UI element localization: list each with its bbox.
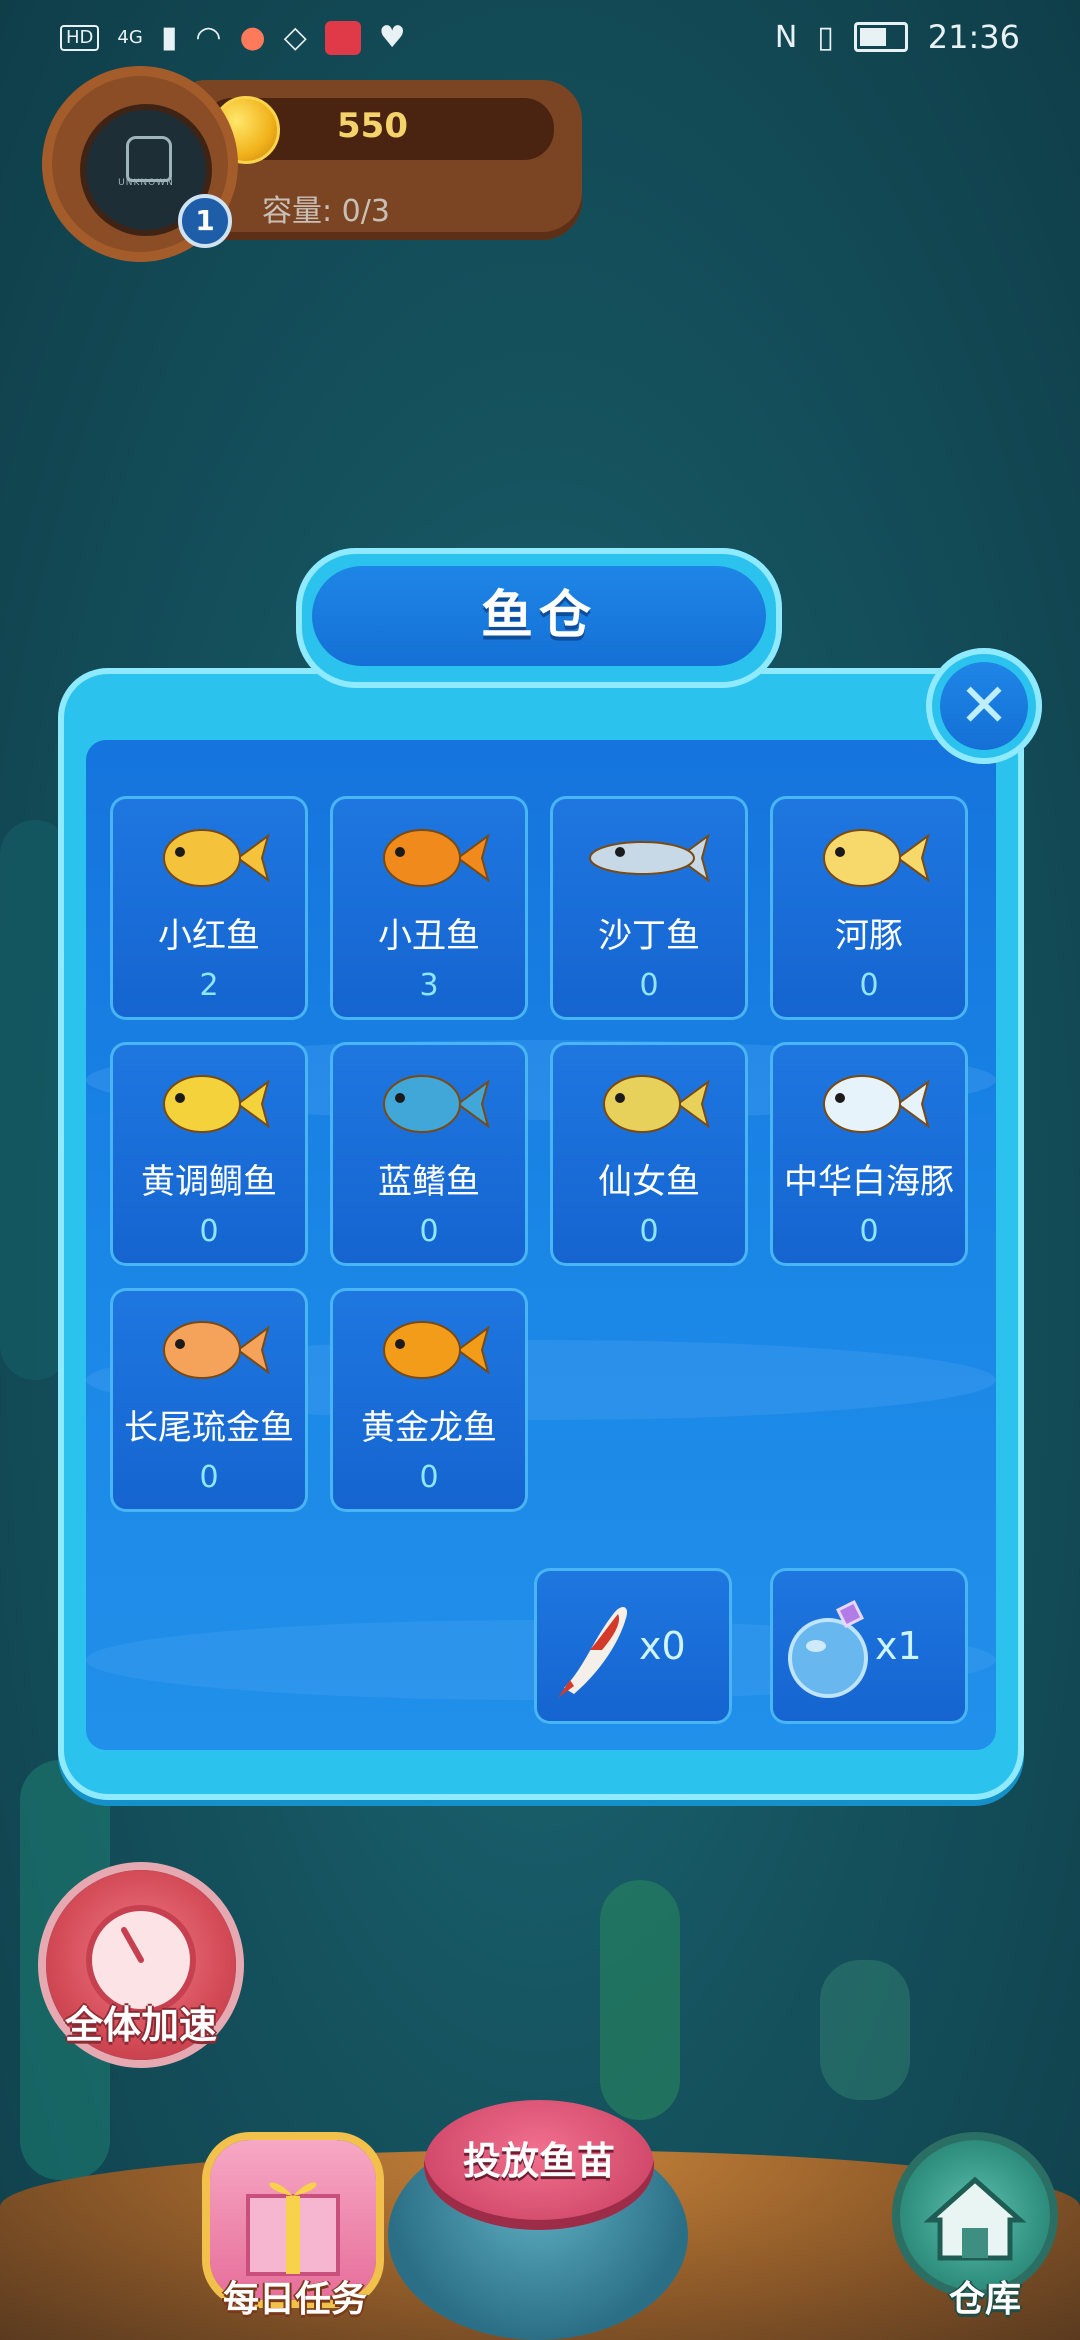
dialog-title: 鱼仓 bbox=[312, 566, 766, 666]
battery-icon bbox=[853, 22, 908, 52]
koi-quantity: x0 bbox=[639, 1624, 686, 1668]
storage-button[interactable] bbox=[900, 2140, 1050, 2290]
potion-item[interactable]: x1 bbox=[770, 1568, 968, 1724]
fish-count: 0 bbox=[639, 968, 659, 1003]
daily-task-label[interactable]: 每日任务 bbox=[190, 2270, 400, 2322]
fish-name: 蓝鳍鱼 bbox=[378, 1162, 480, 1202]
potion-quantity: x1 bbox=[875, 1624, 922, 1668]
health-icon: ♥ bbox=[378, 20, 406, 55]
fish-name: 小红鱼 bbox=[158, 916, 260, 956]
network-indicator: 4G bbox=[117, 27, 143, 48]
clownfish-icon bbox=[383, 829, 490, 887]
close-button[interactable]: ✕ bbox=[926, 648, 1042, 764]
fish-count: 0 bbox=[419, 1460, 439, 1495]
capacity-text: 容量: 0/3 bbox=[262, 194, 390, 229]
fish-card[interactable]: 小丑鱼 3 bbox=[330, 796, 528, 1020]
fish-card[interactable]: 蓝鳍鱼 0 bbox=[330, 1042, 528, 1266]
pufferfish-icon bbox=[823, 829, 930, 887]
fish-card[interactable]: 仙女鱼 0 bbox=[550, 1042, 748, 1266]
seaweed-decoration bbox=[600, 1880, 680, 2120]
fish-card[interactable]: 长尾琉金鱼 0 bbox=[110, 1288, 308, 1512]
red-fish-icon bbox=[163, 829, 270, 887]
fish-name: 中华白海豚 bbox=[784, 1162, 954, 1202]
fish-card[interactable]: 黄调鲷鱼 0 bbox=[110, 1042, 308, 1266]
fish-count: 0 bbox=[199, 1460, 219, 1495]
fish-name: 沙丁鱼 bbox=[598, 916, 700, 956]
wifi-icon: ◠ bbox=[195, 20, 222, 55]
dialog-title-tab: 鱼仓 bbox=[296, 548, 782, 688]
signal-icon: ▮ bbox=[160, 20, 178, 55]
fish-card[interactable]: 河豚 0 bbox=[770, 796, 968, 1020]
player-hud: 550 容量: 0/3 UNKNOWN 1 bbox=[52, 76, 582, 252]
sardine-icon bbox=[589, 833, 710, 883]
white-dolphin-icon bbox=[823, 1075, 930, 1133]
status-bar: HD 4G ▮ ◠ ● ◇ ♥ N ▯ 21:36 bbox=[0, 0, 1080, 80]
fish-app-icon: ● bbox=[239, 20, 266, 55]
fish-count: 0 bbox=[419, 1214, 439, 1249]
fish-card[interactable]: 小红鱼 2 bbox=[110, 796, 308, 1020]
avatar-head-icon bbox=[126, 136, 172, 182]
koi-item[interactable]: x0 bbox=[534, 1568, 732, 1724]
nfc-icon: N bbox=[774, 19, 798, 55]
storage-label[interactable]: 仓库 bbox=[900, 2270, 1070, 2322]
release-fry-label[interactable]: 投放鱼苗 bbox=[424, 2130, 654, 2185]
speed-up-label[interactable]: 全体加速 bbox=[26, 1994, 256, 2049]
fish-count: 0 bbox=[859, 968, 879, 1003]
fish-name: 小丑鱼 bbox=[378, 916, 480, 956]
angelfish-icon bbox=[603, 1075, 710, 1133]
yellow-snapper-icon bbox=[163, 1075, 270, 1133]
game-screen: { "status_bar": { "left_chips": ["HD", "… bbox=[0, 0, 1080, 2340]
potion-icon bbox=[788, 1599, 868, 1698]
seaweed-decoration bbox=[820, 1960, 910, 2100]
house-icon bbox=[923, 2176, 1027, 2261]
fish-card[interactable]: 沙丁鱼 0 bbox=[550, 796, 748, 1020]
fish-count: 0 bbox=[639, 1214, 659, 1249]
fish-card[interactable]: 中华白海豚 0 bbox=[770, 1042, 968, 1266]
hd-indicator: HD bbox=[60, 24, 100, 51]
fish-name: 黄调鲷鱼 bbox=[141, 1162, 277, 1202]
fish-name: 河豚 bbox=[835, 916, 903, 956]
avatar-caption: UNKNOWN bbox=[118, 178, 174, 188]
close-icon[interactable]: ✕ bbox=[940, 662, 1028, 750]
huawei-app-icon bbox=[324, 20, 361, 55]
fish-name: 长尾琉金鱼 bbox=[124, 1408, 294, 1448]
clock: 21:36 bbox=[927, 18, 1020, 56]
fish-name: 黄金龙鱼 bbox=[361, 1408, 497, 1448]
coin-amount: 550 bbox=[337, 106, 408, 146]
golden-arowana-icon bbox=[383, 1321, 490, 1379]
fish-count: 0 bbox=[859, 1214, 879, 1249]
fish-count: 3 bbox=[419, 968, 439, 1003]
fish-count: 0 bbox=[199, 1214, 219, 1249]
fish-name: 仙女鱼 bbox=[598, 1162, 700, 1202]
fish-count: 2 bbox=[199, 968, 219, 1003]
diamond-icon: ◇ bbox=[283, 20, 307, 55]
blue-fin-fish-icon bbox=[383, 1075, 490, 1133]
koi-icon bbox=[558, 1606, 628, 1698]
vibrate-icon: ▯ bbox=[817, 19, 834, 55]
fish-card[interactable]: 黄金龙鱼 0 bbox=[330, 1288, 528, 1512]
level-badge: 1 bbox=[178, 194, 232, 248]
fantail-goldfish-icon bbox=[163, 1321, 270, 1379]
